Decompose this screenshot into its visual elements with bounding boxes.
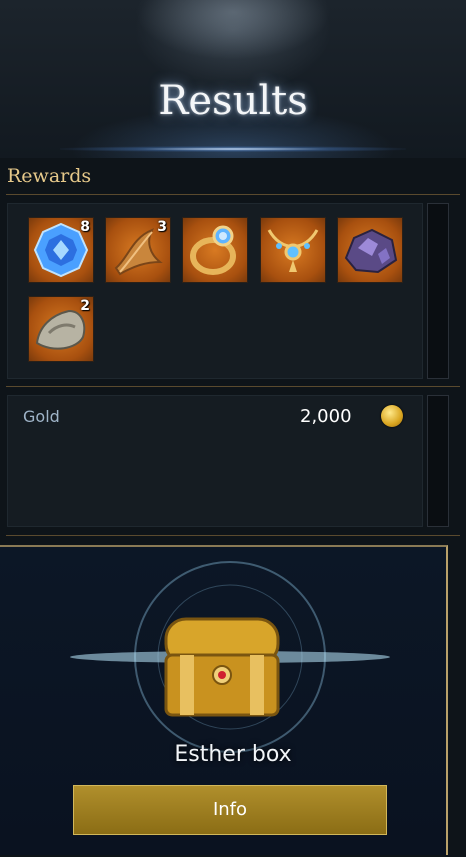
necklace-icon bbox=[267, 229, 319, 272]
ornament-decoration bbox=[135, 0, 331, 60]
currency-scrollbar[interactable] bbox=[427, 395, 449, 527]
item-quantity: 2 bbox=[80, 298, 90, 314]
reward-slot[interactable] bbox=[182, 217, 248, 283]
item-quantity: 8 bbox=[80, 219, 90, 235]
divider bbox=[6, 386, 460, 387]
rewards-scrollbar[interactable] bbox=[427, 203, 449, 379]
ring-icon bbox=[190, 225, 236, 275]
reward-slot[interactable] bbox=[260, 217, 326, 283]
gold-label: Gold bbox=[23, 407, 60, 426]
info-button[interactable]: Info bbox=[73, 785, 387, 835]
item-quantity: 3 bbox=[157, 219, 167, 235]
header-glow-line bbox=[60, 146, 406, 152]
purple-ore-icon bbox=[344, 228, 398, 274]
chest-name: Esther box bbox=[174, 742, 292, 767]
gold-amount: 2,000 bbox=[300, 406, 352, 427]
currency-panel bbox=[7, 395, 423, 527]
reward-slot[interactable]: 8 bbox=[28, 217, 94, 283]
divider bbox=[6, 194, 460, 195]
reward-slot[interactable]: 2 bbox=[28, 296, 94, 362]
reward-slot[interactable]: 3 bbox=[105, 217, 171, 283]
rewards-section-title: Rewards bbox=[7, 165, 92, 187]
divider bbox=[6, 535, 460, 536]
reward-slot[interactable] bbox=[337, 217, 403, 283]
gold-coin-icon bbox=[381, 405, 403, 427]
page-title: Results bbox=[158, 78, 308, 124]
